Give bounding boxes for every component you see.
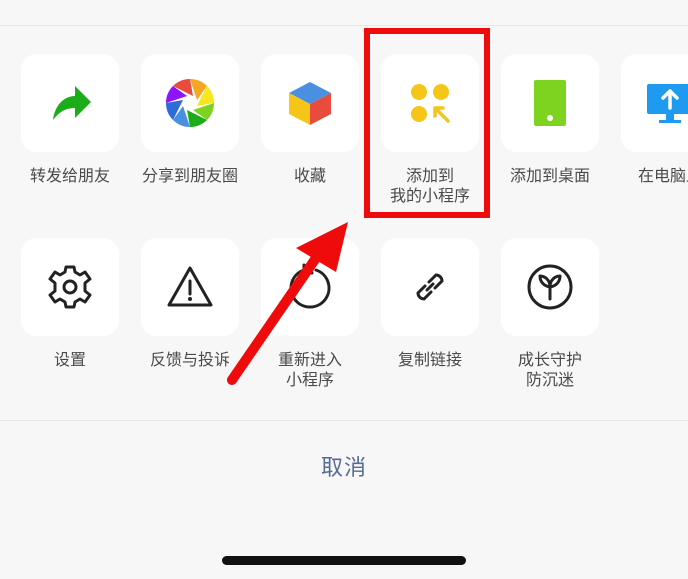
open-on-computer-label: 在电脑上	[637, 166, 688, 185]
share-to-moments-option[interactable]: 分享到朋友圈	[130, 54, 250, 186]
computer-tile[interactable]	[621, 54, 688, 152]
phone-desktop-icon	[534, 80, 566, 126]
growth-guard-option[interactable]: 成长守护 防沉迷	[490, 238, 610, 390]
moments-label: 分享到朋友圈	[141, 166, 238, 185]
reenter-miniprogram-option[interactable]: 重新进入 小程序	[250, 238, 370, 390]
reload-icon	[289, 263, 331, 309]
forward-tile[interactable]	[21, 54, 119, 152]
forward-arrow-icon	[53, 86, 91, 120]
add-to-desktop-option[interactable]: 添加到桌面	[490, 54, 610, 186]
growth-guard-tile[interactable]	[501, 238, 599, 336]
favorite-label: 收藏	[293, 166, 326, 185]
copy-link-option[interactable]: 复制链接	[370, 238, 490, 370]
forward-label: 转发给朋友	[29, 166, 110, 185]
gear-icon	[48, 265, 92, 309]
warning-triangle-icon	[167, 266, 213, 307]
cancel-button[interactable]: 取消	[0, 450, 688, 482]
favorites-cube-icon	[289, 82, 331, 125]
settings-tile[interactable]	[21, 238, 119, 336]
copy-link-tile[interactable]	[381, 238, 479, 336]
share-row: 转发给朋友 分享到朋友圈 收藏 添加到 我的小程序 添加到桌面 在电脑	[0, 54, 688, 234]
favorite-option[interactable]: 收藏	[250, 54, 370, 186]
highlight-box	[364, 28, 490, 218]
top-divider	[0, 25, 688, 26]
feedback-option[interactable]: 反馈与投诉	[130, 238, 250, 370]
home-indicator[interactable]	[222, 556, 466, 565]
link-icon	[416, 273, 444, 301]
settings-label: 设置	[53, 350, 86, 369]
bottom-divider	[0, 420, 688, 421]
add-desktop-label: 添加到桌面	[509, 166, 590, 185]
sprout-icon	[527, 264, 573, 310]
forward-to-friend-option[interactable]: 转发给朋友	[10, 54, 130, 186]
open-on-computer-option[interactable]: 在电脑上	[610, 54, 688, 186]
feedback-tile[interactable]	[141, 238, 239, 336]
feedback-label: 反馈与投诉	[149, 350, 230, 369]
action-row: 设置 反馈与投诉 重新进入 小程序 复制链接 成长守护 防沉迷	[0, 238, 688, 418]
open-on-computer-icon	[647, 84, 688, 123]
add-desktop-tile[interactable]	[501, 54, 599, 152]
growth-guard-label: 成长守护 防沉迷	[517, 350, 582, 389]
moments-tile[interactable]	[141, 54, 239, 152]
moments-aperture-icon	[165, 78, 215, 128]
copy-link-label: 复制链接	[397, 350, 462, 369]
reenter-label: 重新进入 小程序	[277, 350, 342, 389]
favorite-tile[interactable]	[261, 54, 359, 152]
reenter-tile[interactable]	[261, 238, 359, 336]
settings-option[interactable]: 设置	[10, 238, 130, 370]
